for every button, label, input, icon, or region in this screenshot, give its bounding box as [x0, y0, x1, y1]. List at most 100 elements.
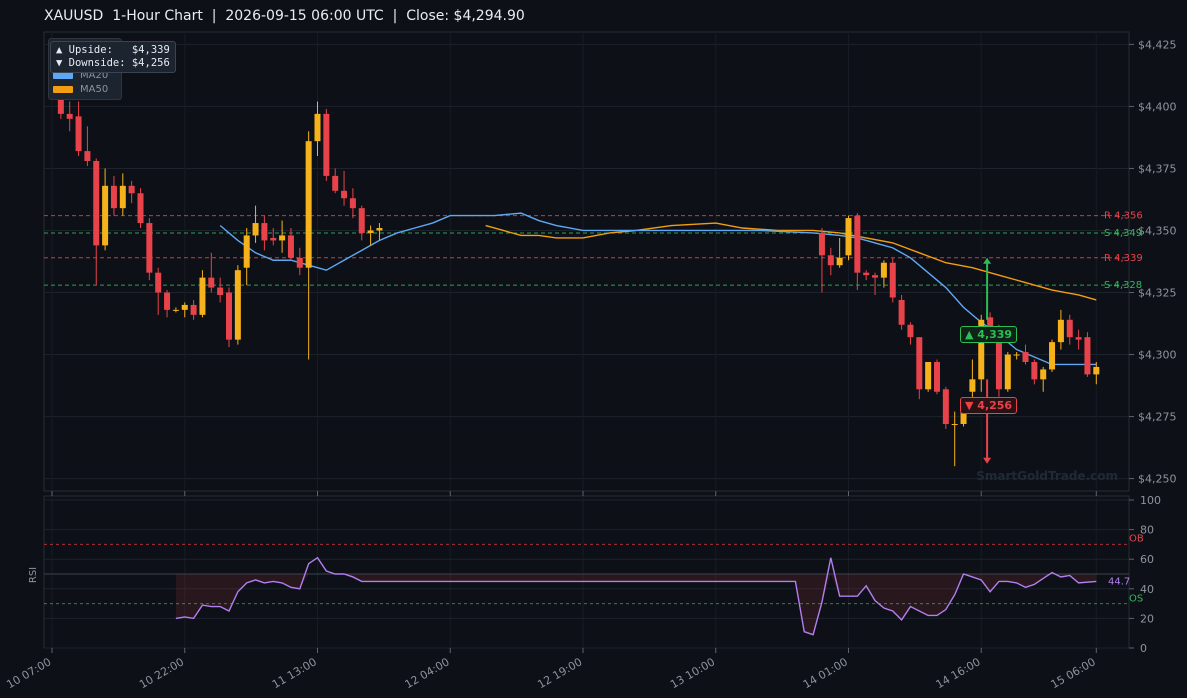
candle-body: [1075, 337, 1082, 340]
upside-callout: ▲ 4,339: [960, 326, 1018, 343]
x-tick-label: 10 22:00: [137, 655, 186, 691]
candle-body: [1057, 319, 1064, 343]
rsi-os-label: OS: [1129, 594, 1143, 605]
rsi-panel: [43, 495, 1130, 649]
candle-body: [252, 223, 259, 236]
candle-body: [234, 270, 241, 340]
candle-body: [898, 299, 905, 325]
price-tick-label: $4,350: [1138, 224, 1177, 237]
candle-body: [226, 292, 232, 340]
candle-body: [305, 141, 312, 268]
candle-body: [1066, 319, 1073, 338]
candle-body: [925, 361, 932, 390]
price-tick-label: $4,275: [1138, 411, 1177, 424]
candle-body: [314, 113, 321, 142]
candle-body: [243, 235, 250, 268]
candle-body: [1093, 366, 1100, 375]
candle-body: [155, 272, 162, 293]
candle-body: [190, 304, 197, 315]
candle-body: [1084, 337, 1091, 375]
level-label: R 4,356: [1104, 211, 1143, 222]
candle-body: [137, 193, 144, 224]
candle-body: [969, 379, 976, 392]
rsi-tick-label: 20: [1140, 612, 1154, 625]
candle-body: [358, 208, 365, 233]
x-tick-label: 11 13:00: [270, 655, 319, 691]
legend-label-ma50: MA50: [80, 84, 109, 95]
level-label: S 4,349: [1104, 228, 1142, 239]
downside-text: ▼ Downside: $4,256: [56, 57, 170, 69]
candle-body: [376, 228, 383, 231]
candle-body: [217, 287, 224, 295]
level-label: R 4,339: [1104, 253, 1143, 264]
candle-body: [1004, 354, 1011, 390]
candle-body: [261, 223, 268, 241]
candle-body: [916, 337, 923, 390]
price-tick-label: $4,425: [1138, 38, 1177, 51]
rsi-tick-label: 0: [1140, 642, 1147, 655]
candle-body: [66, 113, 73, 119]
candle-body: [907, 324, 914, 338]
x-tick-label: 15 06:00: [1049, 655, 1098, 691]
x-tick-label: 14 01:00: [801, 655, 850, 691]
candle-body: [164, 292, 171, 310]
candle-body: [75, 116, 82, 152]
level-label: S 4,328: [1104, 280, 1142, 291]
candle-body: [1040, 369, 1047, 380]
candle-body: [270, 237, 277, 241]
candle-body: [146, 223, 153, 273]
candle-body: [845, 218, 852, 256]
rsi-tick-label: 60: [1140, 553, 1154, 566]
candle-body: [863, 272, 870, 276]
candle-body: [102, 185, 109, 246]
candle-body: [199, 277, 206, 315]
candle-body: [889, 262, 896, 298]
candle-body: [836, 257, 843, 266]
price-tick-label: $4,375: [1138, 162, 1177, 175]
legend-swatch-ma50: [53, 86, 73, 93]
watermark: SmartGoldTrade.com: [976, 469, 1118, 483]
candle-body: [367, 230, 374, 233]
candle-body: [119, 185, 126, 209]
candle-body: [1022, 352, 1029, 362]
candle-body: [854, 215, 861, 273]
rsi-tick-label: 100: [1140, 494, 1161, 507]
price-tick-label: $4,400: [1138, 100, 1177, 113]
candle-body: [1013, 354, 1020, 356]
downside-callout: ▼ 4,256: [960, 397, 1018, 414]
candle-body: [951, 424, 958, 426]
candle-body: [332, 175, 339, 191]
x-tick-label: 12 04:00: [403, 655, 452, 691]
legend-swatch-ma20: [53, 72, 73, 79]
x-tick-label: 13 10:00: [668, 655, 717, 691]
candle-body: [934, 361, 940, 392]
candle-body: [880, 262, 887, 278]
x-tick-label: 12 19:00: [535, 655, 584, 691]
candle-body: [349, 198, 356, 209]
candle-body: [323, 113, 330, 176]
price-tick-label: $4,300: [1138, 349, 1177, 362]
candle-body: [279, 235, 286, 241]
candle-body: [818, 232, 825, 256]
candle-body: [110, 185, 117, 209]
upside-text: ▲ Upside: $4,339: [56, 44, 170, 56]
candle-body: [208, 277, 215, 288]
candle-body: [93, 161, 100, 246]
candle-body: [128, 185, 135, 194]
price-tick-label: $4,325: [1138, 287, 1177, 300]
candle-body: [827, 255, 834, 266]
candle-body: [287, 235, 294, 258]
candle-body: [296, 257, 303, 268]
candle-body: [172, 309, 179, 311]
candle-body: [84, 151, 91, 162]
chart-canvas: R 4,356 S 4,349 R 4,339 S 4,328 $4,250 $4,27…: [4, 31, 1177, 691]
candle-body: [1031, 361, 1038, 380]
candle-body: [942, 389, 949, 425]
rsi-axis-label: RSI: [28, 567, 39, 583]
target-annotation: ▲ Upside: $4,339 ▼ Downside: $4,256: [50, 41, 176, 73]
x-tick-label: 10 07:00: [4, 655, 53, 691]
candle-body: [1049, 342, 1056, 370]
rsi-last-value: 44.7: [1108, 576, 1130, 587]
x-tick-label: 14 16:00: [934, 655, 983, 691]
candle-body: [341, 190, 348, 199]
